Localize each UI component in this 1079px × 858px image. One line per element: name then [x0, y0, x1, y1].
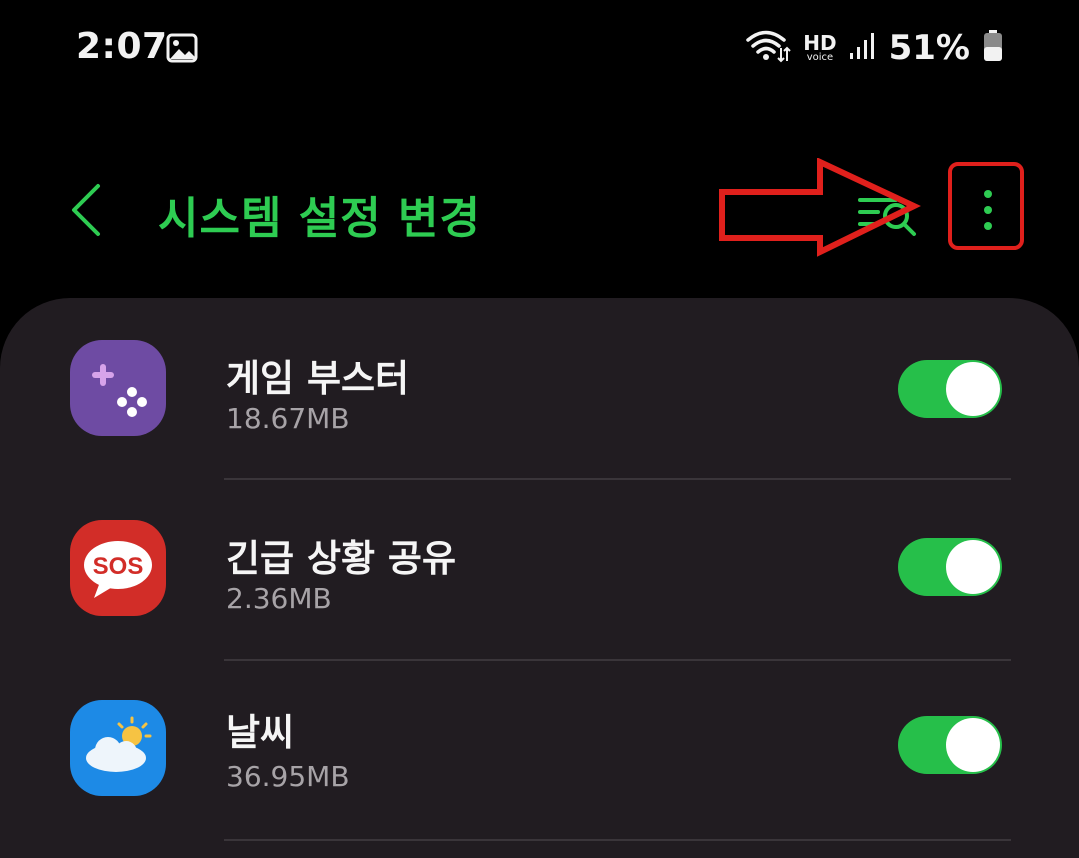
sos-icon: SOS — [70, 520, 166, 616]
hd-voice-icon: HD voice — [803, 33, 836, 63]
app-name: 게임 부스터 — [226, 357, 410, 400]
wifi-icon — [745, 28, 791, 68]
status-icons: HD voice 51% — [745, 26, 1004, 70]
sos-icon-text: SOS — [93, 553, 144, 580]
toggle-switch[interactable] — [898, 716, 1002, 774]
toggle-switch[interactable] — [898, 360, 1002, 418]
app-name: 긴급 상황 공유 — [226, 537, 457, 580]
app-bar: 시스템 설정 변경 — [0, 150, 1079, 270]
app-size: 36.95MB — [226, 760, 350, 793]
status-time: 2:07 — [76, 26, 168, 67]
red-arrow-annotation — [719, 158, 921, 257]
app-size: 2.36MB — [226, 582, 332, 615]
voice-label: voice — [806, 52, 834, 63]
more-options-button[interactable] — [948, 162, 1024, 250]
list-item[interactable]: SOS 긴급 상황 공유 2.36MB — [0, 480, 1079, 660]
app-name: 날씨 — [226, 711, 295, 754]
image-notification-icon — [166, 33, 198, 67]
game-booster-icon — [70, 340, 166, 436]
app-list-card: 게임 부스터 18.67MB SOS 긴급 상황 공유 2.36MB 날씨 36… — [0, 298, 1079, 858]
battery-icon — [982, 29, 1004, 67]
weather-icon — [70, 700, 166, 796]
back-button[interactable] — [66, 182, 116, 238]
list-item[interactable]: 날씨 36.95MB — [0, 660, 1079, 840]
battery-percent: 51% — [888, 28, 970, 68]
list-item[interactable]: 게임 부스터 18.67MB — [0, 298, 1079, 478]
hd-label: HD — [803, 31, 837, 55]
divider — [224, 839, 1011, 841]
signal-icon — [849, 31, 877, 65]
app-size: 18.67MB — [226, 402, 350, 435]
chevron-left-icon — [72, 184, 100, 236]
status-bar: 2:07 HD voice 51% — [0, 0, 1079, 100]
toggle-switch[interactable] — [898, 538, 1002, 596]
page-title: 시스템 설정 변경 — [158, 193, 481, 244]
